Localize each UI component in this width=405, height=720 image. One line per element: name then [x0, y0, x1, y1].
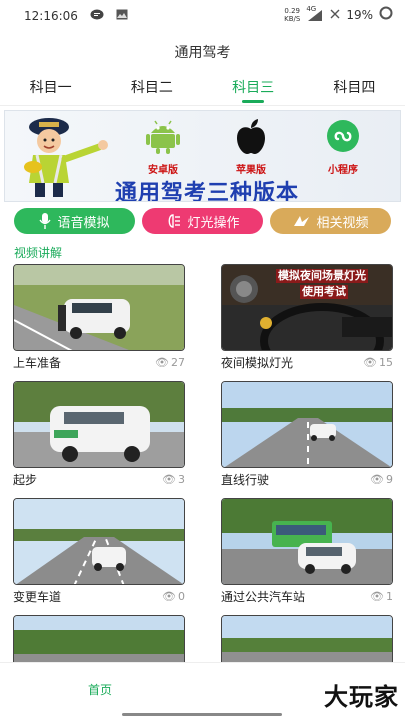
mini-program-icon: [327, 120, 359, 152]
gesture-bar[interactable]: [122, 713, 282, 716]
video-title: 变更车道: [13, 589, 62, 604]
light-icon: [169, 214, 181, 228]
video-card[interactable]: 变更车道 👁 0: [13, 498, 185, 615]
thumbnail-caption: 使用考试: [300, 285, 348, 299]
video-thumbnail: [13, 381, 185, 468]
video-thumbnail: 模拟夜间场景灯光 使用考试: [221, 264, 393, 351]
wifi-off-icon: [330, 8, 340, 22]
traffic-officer-illustration: [24, 118, 108, 197]
eye-icon: 👁: [370, 472, 384, 486]
message-icon: [90, 9, 104, 24]
eye-icon: 👁: [162, 472, 176, 486]
view-count: 👁 27: [155, 355, 185, 369]
video-card[interactable]: 通过公共汽车站 👁 1: [221, 498, 393, 615]
view-count: 👁 1: [370, 589, 393, 603]
image-icon: [116, 9, 128, 23]
thumbnail-caption: 模拟夜间场景灯光: [276, 269, 368, 283]
light-operation-button[interactable]: 灯光操作: [142, 208, 263, 234]
status-time: 12:16:06: [24, 9, 78, 23]
signal-icon: 4G: [306, 5, 324, 21]
video-thumbnail: [221, 498, 393, 585]
android-icon: [146, 120, 180, 154]
section-title: 视频讲解: [14, 246, 63, 260]
video-title: 直线行驶: [221, 472, 270, 487]
video-grid: 上车准备 👁 27 模拟夜间场景灯光 使用考试 夜间模拟灯光 👁 15 起步 👁…: [13, 264, 393, 720]
video-thumbnail: [13, 264, 185, 351]
eye-icon: 👁: [370, 589, 384, 603]
view-count: 👁 0: [162, 589, 185, 603]
page-title: 通用驾考: [174, 45, 231, 61]
watermark-logo: 大玩家: [324, 682, 399, 711]
promo-banner[interactable]: 安卓版 苹果版 小程序 通用驾考三种版本: [4, 110, 401, 202]
nav-home[interactable]: 首页: [88, 681, 112, 698]
version-android[interactable]: 安卓版: [133, 117, 193, 176]
status-bar: 12:16:06 0.29 KB/S 4G 19%: [0, 0, 405, 32]
video-card[interactable]: 直线行驶 👁 9: [221, 381, 393, 498]
eye-icon: 👁: [155, 355, 169, 369]
video-thumbnail: [221, 381, 393, 468]
tab-subject-2[interactable]: 科目二: [101, 72, 202, 105]
related-videos-button[interactable]: 相关视频: [270, 208, 391, 234]
app-bar: 通用驾考: [0, 32, 405, 72]
version-mini-program[interactable]: 小程序: [313, 117, 373, 176]
net-speed: 0.29 KB/S: [284, 6, 301, 23]
eye-icon: 👁: [162, 589, 176, 603]
subject-tabs: 科目一 科目二 科目三 科目四: [0, 72, 405, 106]
video-icon: [294, 216, 310, 226]
tab-subject-1[interactable]: 科目一: [0, 72, 101, 105]
banner-headline: 通用驾考三种版本: [115, 180, 300, 202]
battery-icon: [379, 6, 393, 23]
microphone-icon: [39, 213, 52, 229]
status-right: 0.29 KB/S 4G 19%: [284, 5, 393, 23]
video-title: 起步: [13, 472, 38, 487]
tab-subject-3[interactable]: 科目三: [203, 72, 304, 105]
view-count: 👁 15: [363, 355, 393, 369]
apple-icon: [237, 119, 265, 154]
video-thumbnail: [13, 498, 185, 585]
action-buttons: 语音模拟 灯光操作 相关视频: [14, 208, 391, 236]
voice-simulation-button[interactable]: 语音模拟: [14, 208, 135, 234]
battery-text: 19%: [346, 7, 373, 22]
version-ios[interactable]: 苹果版: [221, 117, 281, 176]
view-count: 👁 9: [370, 472, 393, 486]
tab-subject-4[interactable]: 科目四: [304, 72, 405, 105]
video-title: 夜间模拟灯光: [221, 355, 294, 370]
video-card[interactable]: 上车准备 👁 27: [13, 264, 185, 381]
bottom-nav: 首页 大玩家: [0, 662, 405, 720]
video-title: 通过公共汽车站: [221, 589, 306, 604]
view-count: 👁 3: [162, 472, 185, 486]
video-card[interactable]: 模拟夜间场景灯光 使用考试 夜间模拟灯光 👁 15: [221, 264, 393, 381]
video-card[interactable]: 起步 👁 3: [13, 381, 185, 498]
eye-icon: 👁: [363, 355, 377, 369]
video-title: 上车准备: [13, 355, 62, 370]
